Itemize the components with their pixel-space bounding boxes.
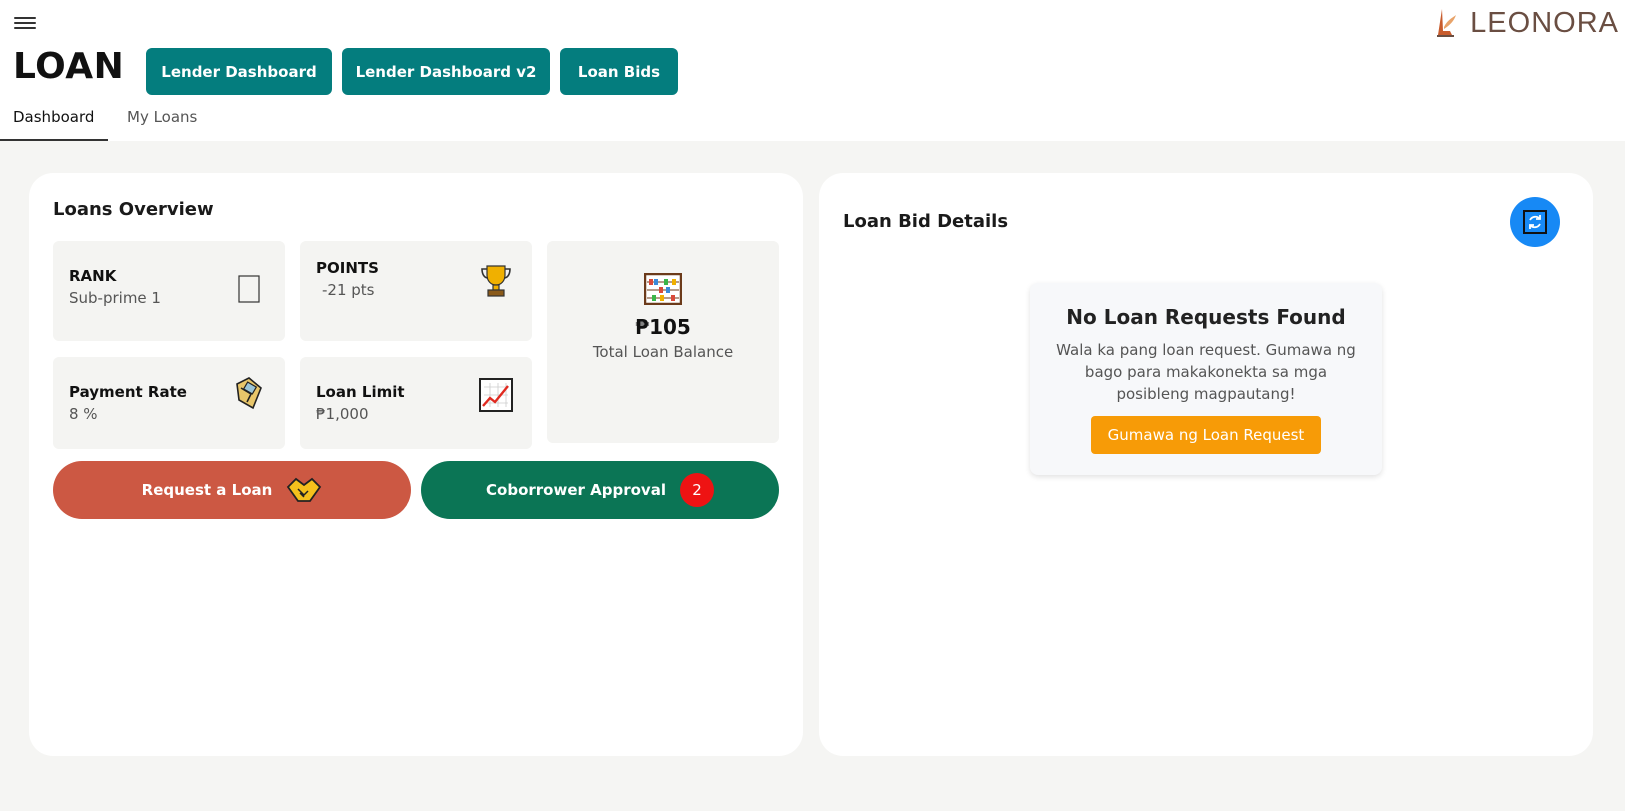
total-loan-balance-stat: ₱105 Total Loan Balance [547, 241, 779, 443]
empty-state-title: No Loan Requests Found [1066, 305, 1346, 329]
tab-bar: Dashboard My Loans [0, 100, 212, 141]
tab-my-loans[interactable]: My Loans [108, 100, 212, 141]
empty-state-text: Wala ka pang loan request. Gumawa ng bag… [1056, 341, 1356, 403]
abacus-icon [644, 273, 682, 305]
refresh-icon [1523, 210, 1547, 234]
coborrower-count-badge: 2 [679, 473, 714, 507]
points-label: POINTS [316, 259, 379, 277]
rank-value: Sub-prime 1 [69, 289, 161, 307]
page-title: LOAN [13, 46, 125, 87]
create-loan-request-button[interactable]: Gumawa ng Loan Request [1091, 416, 1321, 454]
loan-limit-stat: Loan Limit ₱1,000 [300, 357, 532, 449]
leonora-logo-icon [1437, 9, 1457, 37]
top-bar: LEONORA LOAN Lender Dashboard Lender Das… [0, 0, 1625, 141]
payment-rate-stat: Payment Rate 8 % [53, 357, 285, 449]
rank-icon [231, 271, 267, 307]
payment-icon [231, 375, 267, 411]
loan-limit-label: Loan Limit [316, 383, 405, 401]
points-stat: POINTS -21 pts [300, 241, 532, 341]
payment-rate-value: 8 % [69, 405, 98, 423]
coborrower-approval-label: Coborrower Approval [486, 481, 666, 499]
coborrower-approval-button[interactable]: Coborrower Approval 2 [421, 461, 779, 519]
refresh-button[interactable] [1510, 197, 1560, 247]
total-loan-balance-amount: ₱105 [635, 315, 691, 339]
chart-increasing-icon [478, 377, 514, 413]
tab-dashboard[interactable]: Dashboard [0, 100, 108, 141]
request-loan-label: Request a Loan [141, 481, 273, 499]
lender-dashboard-button[interactable]: Lender Dashboard [146, 48, 332, 95]
logo-text: LEONORA [1470, 6, 1619, 39]
request-loan-button[interactable]: Request a Loan [53, 461, 411, 519]
loan-bid-details-title: Loan Bid Details [843, 211, 1009, 232]
rank-label: RANK [69, 267, 117, 285]
trophy-icon [478, 263, 514, 299]
empty-state-panel: No Loan Requests Found Wala ka pang loan… [1030, 283, 1382, 475]
points-value: -21 pts [322, 281, 375, 299]
lender-dashboard-v2-button[interactable]: Lender Dashboard v2 [342, 48, 550, 95]
loan-bid-details-card: Loan Bid Details No Loan Requests Found … [819, 173, 1593, 756]
loan-bids-button[interactable]: Loan Bids [560, 48, 678, 95]
rank-stat: RANK Sub-prime 1 [53, 241, 285, 341]
loan-limit-value: ₱1,000 [316, 405, 369, 423]
total-loan-balance-label: Total Loan Balance [592, 343, 734, 361]
handshake-icon [287, 477, 322, 502]
hamburger-menu-icon[interactable] [14, 14, 36, 32]
loans-overview-card: Loans Overview RANK Sub-prime 1 POINTS -… [29, 173, 803, 756]
loans-overview-title: Loans Overview [53, 199, 214, 220]
payment-rate-label: Payment Rate [69, 383, 187, 401]
leonora-logo[interactable]: LEONORA [1434, 6, 1619, 40]
